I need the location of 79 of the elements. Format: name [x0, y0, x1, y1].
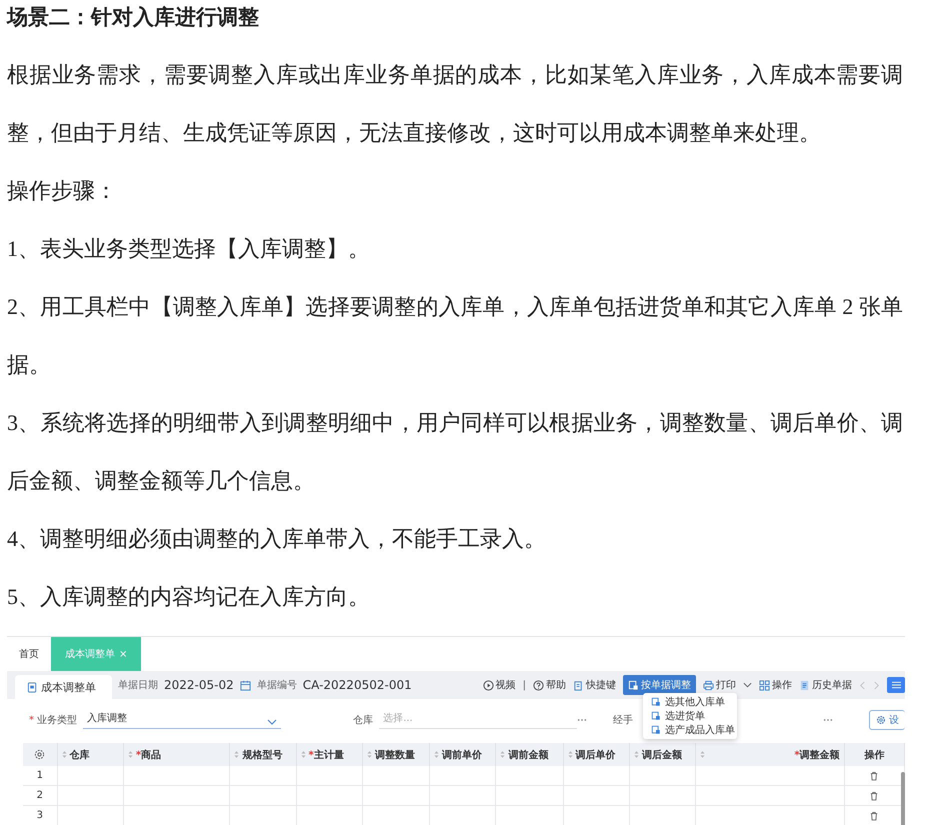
sort-icon[interactable]: [634, 750, 639, 759]
document-tab[interactable]: 成本调整单: [15, 675, 112, 699]
toolbar-button[interactable]: 操作: [759, 678, 792, 692]
field-label: 单据日期: [118, 678, 158, 692]
document-icon: [651, 697, 661, 707]
paragraph: 2、用工具栏中【调整入库单】选择要调整的入库单，入库单包括进货单和其它入库单 2 张单据。: [7, 293, 903, 379]
column-header: 调前单价: [442, 748, 482, 762]
scrollbar[interactable]: [901, 772, 905, 825]
section-heading: 场景二：针对入库进行调整: [7, 4, 260, 31]
type-select[interactable]: 入库调整: [83, 711, 282, 729]
document-icon: [799, 680, 810, 690]
grid-icon: [759, 680, 770, 690]
column-header: 调后金额: [642, 748, 682, 762]
toolbar-button[interactable]: 按单据调整: [623, 675, 696, 695]
calendar-icon[interactable]: [240, 680, 251, 690]
document-icon: [27, 682, 38, 692]
more-icon[interactable]: [823, 718, 834, 722]
toolbar-button[interactable]: 帮助: [533, 678, 566, 692]
menu-item[interactable]: 选进货单: [643, 709, 737, 723]
toolbar-button[interactable]: 历史单据: [799, 678, 852, 692]
menu-item[interactable]: 选产成品入库单: [643, 723, 737, 737]
list-icon: [892, 681, 900, 689]
trash-icon[interactable]: [870, 770, 878, 780]
column-header: *主计量: [308, 748, 344, 762]
paragraph: 操作步骤：: [7, 177, 118, 205]
settings-icon[interactable]: [34, 749, 46, 760]
column-header: *调整金额: [794, 748, 840, 762]
paragraph: 1、表头业务类型选择【入库调整】。: [7, 235, 371, 263]
sort-icon[interactable]: [568, 750, 573, 759]
sort-icon[interactable]: [700, 750, 706, 759]
column-header: 仓库: [70, 748, 90, 762]
play-icon: [482, 680, 494, 690]
trash-icon[interactable]: [870, 810, 878, 820]
printer-icon: [703, 680, 714, 690]
date-value: 2022-05-02: [164, 678, 234, 692]
paragraph: 3、系统将选择的明细带入到调整明细中，用户同样可以根据业务，调整数量、调后单价、调后金额、调整金额等几个信息。: [7, 409, 903, 495]
divider: |: [522, 680, 526, 690]
menu-item[interactable]: 选其他入库单: [643, 695, 737, 709]
column-header: 调前金额: [508, 748, 548, 762]
document-icon: [628, 680, 639, 690]
field-label: 单据编号: [256, 678, 297, 692]
row-number: 1: [23, 766, 58, 786]
gear-icon: [876, 715, 886, 725]
document-icon: [651, 725, 661, 735]
previous-icon[interactable]: [859, 680, 866, 690]
sort-icon[interactable]: [234, 750, 240, 759]
chevron-icon: [267, 719, 278, 725]
paragraph: 根据业务需求，需要调整入库或出库业务单据的成本，比如某笔入库业务，入库成本需要调整，但由于月结、生成凭证等原因，无法直接修改，这时可以用成本调整单来处理。: [7, 61, 903, 147]
toolbar-button[interactable]: 快捷键: [573, 678, 616, 692]
sort-icon[interactable]: [434, 750, 440, 759]
paragraph: 5、入库调整的内容均记在入库方向。: [7, 583, 371, 611]
toolbar-button[interactable]: 视频: [482, 678, 516, 692]
column-header: *商品: [136, 748, 162, 762]
row-number: 2: [23, 786, 58, 806]
field-label: 仓库: [353, 714, 374, 727]
column-header: 规格型号: [242, 748, 282, 762]
list-view-button[interactable]: [887, 677, 905, 693]
toolbar-button[interactable]: 打印: [703, 678, 752, 692]
sort-icon[interactable]: [366, 750, 372, 759]
sort-icon[interactable]: [500, 750, 506, 759]
help-icon: [533, 680, 544, 690]
field-label: 经手: [613, 714, 634, 727]
document-icon: [651, 711, 661, 721]
column-header: 调整数量: [374, 748, 415, 762]
next-icon[interactable]: [873, 680, 880, 690]
clipboard-icon: [573, 680, 584, 690]
sort-icon[interactable]: [62, 750, 67, 759]
column-header: 调后单价: [576, 748, 616, 762]
paragraph: 4、调整明细必须由调整的入库单带入，不能手工录入。: [7, 525, 547, 553]
sort-icon[interactable]: [300, 750, 306, 759]
document-number: CA-20220502-001: [302, 678, 412, 692]
row-number: 3: [23, 806, 58, 825]
settings-button[interactable]: 设: [869, 710, 905, 730]
trash-icon[interactable]: [870, 790, 878, 800]
column-header: 操作: [864, 748, 884, 762]
sort-icon[interactable]: [128, 750, 133, 759]
more-icon[interactable]: [577, 718, 588, 722]
caret-icon: [743, 682, 752, 688]
field-label: * 业务类型: [29, 714, 78, 727]
